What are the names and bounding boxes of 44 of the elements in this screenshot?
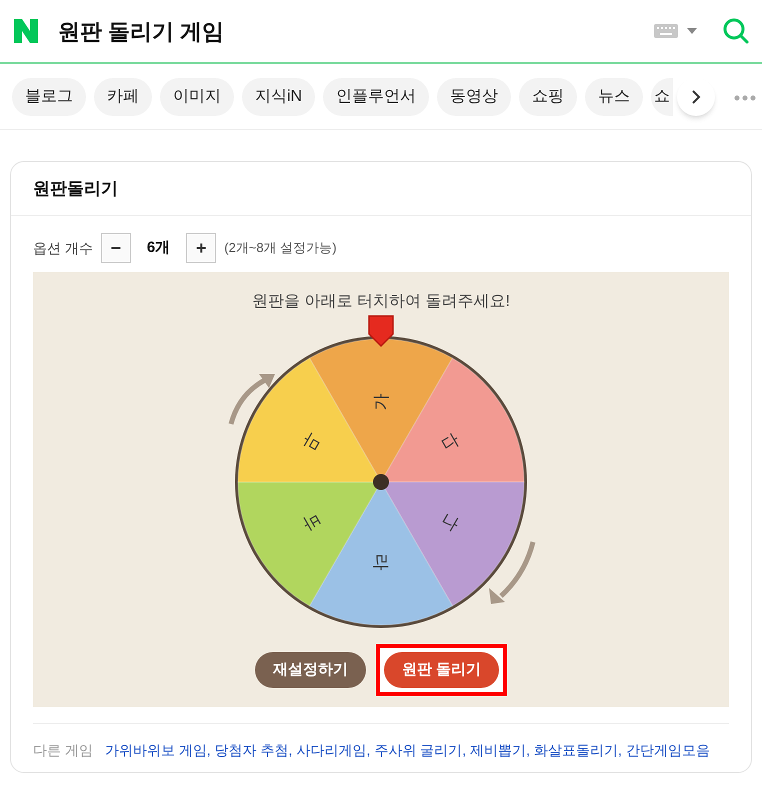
other-games-label: 다른 게임 [33,741,93,760]
game-link[interactable]: 가위바위보 게임, [104,742,211,758]
keyboard-icon[interactable] [654,24,678,38]
segment-label: 바 [300,510,324,534]
pointer-icon [367,314,395,348]
more-icon[interactable] [734,95,756,101]
category-tab[interactable]: 블로그 [12,78,86,116]
search-query: 원판 돌리기 게임 [58,18,224,46]
game-link[interactable]: 간단게임모음 [626,742,710,758]
wheel-hub [373,474,389,490]
chevron-right-icon [691,90,701,104]
logo-icon[interactable] [12,17,40,45]
game-link[interactable]: 당첨자 추첨, [214,742,292,758]
game-link[interactable]: 제비뽑기, [470,742,530,758]
rotate-arrow-icon [227,372,277,426]
option-count: 6개 [146,238,170,258]
category-tab[interactable]: 동영상 [437,78,512,116]
increase-button[interactable]: + [186,233,216,263]
segment-label: 라 [372,554,390,570]
decrease-button[interactable]: − [100,233,131,263]
segment-label: 가 [372,394,390,410]
caret-icon[interactable] [686,27,698,35]
reset-button[interactable]: 재설정하기 [254,652,366,688]
game-link[interactable]: 주사위 굴리기, [374,742,466,758]
segment-label: 나 [438,510,462,534]
range-hint: (2개~8개 설정가능) [224,239,337,258]
category-tab[interactable]: 뉴스 [585,78,644,116]
segment-label: 마 [300,430,324,454]
category-tab[interactable]: 지식iN [242,78,316,116]
game-link[interactable]: 사다리게임, [296,742,370,758]
search-icon[interactable] [722,17,750,45]
rotate-arrow-icon [487,540,537,606]
category-tab[interactable]: 카페 [94,78,152,116]
spin-button[interactable]: 원판 돌리기 [384,652,500,688]
category-tab[interactable]: 인플루언서 [323,78,430,116]
category-tab[interactable]: 쇼 [651,78,674,116]
category-tab[interactable]: 쇼핑 [519,78,578,116]
options-label: 옵션 개수 [33,238,93,258]
next-button[interactable] [677,78,715,116]
game-link[interactable]: 화살표돌리기, [534,742,622,758]
instruction-text: 원판을 아래로 터치하여 돌려주세요! [252,292,510,312]
category-tab[interactable]: 이미지 [160,78,234,116]
card-title: 원판돌리기 [33,178,118,200]
segment-label: 다 [438,430,462,454]
